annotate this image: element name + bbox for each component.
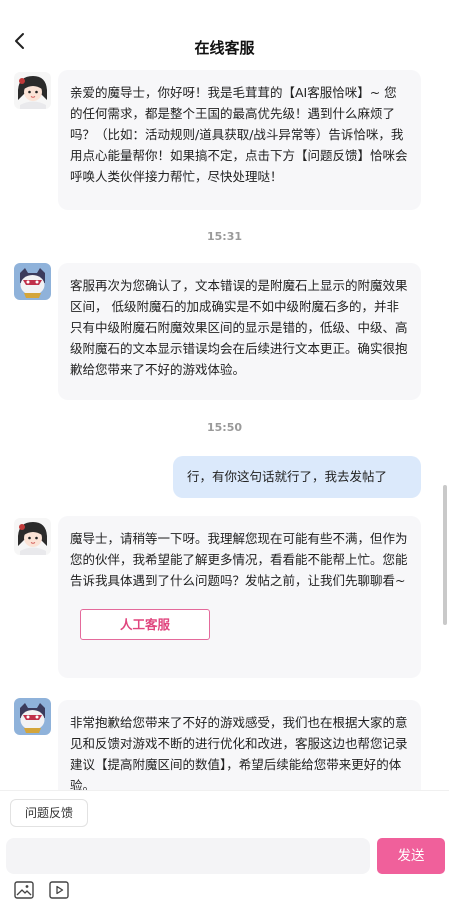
video-icon[interactable] bbox=[49, 881, 69, 899]
message-text: 客服再次为您确认了，文本错误的是附魔石上显示的附魔效果区间， 低级附魔石的加成确… bbox=[70, 278, 408, 377]
feedback-chip[interactable]: 问题反馈 bbox=[10, 799, 88, 827]
anime-girl-avatar bbox=[14, 72, 51, 109]
bot-message: 客服再次为您确认了，文本错误的是附魔石上显示的附魔效果区间， 低级附魔石的加成确… bbox=[58, 263, 421, 400]
message-text: 魔导士，请稍等一下呀。我理解您现在可能有些不满，但作为您的伙伴，我希望能了解更多… bbox=[70, 531, 408, 588]
robot-mascot-avatar bbox=[14, 263, 51, 300]
bot-message: 非常抱歉给您带来了不好的游戏感受，我们也在根据大家的意见和反馈对游戏不断的进行优… bbox=[58, 700, 421, 790]
robot-mascot-avatar bbox=[14, 698, 51, 735]
anime-girl-avatar bbox=[14, 518, 51, 555]
footer: 问题反馈 发送 bbox=[0, 790, 449, 911]
timestamp: 15:50 bbox=[206, 421, 242, 434]
scrollbar[interactable] bbox=[443, 485, 447, 625]
user-message: 行，有你这句话就行了，我去发帖了 bbox=[173, 456, 421, 498]
message-text: 行，有你这句话就行了，我去发帖了 bbox=[187, 469, 388, 484]
message-text: 非常抱歉给您带来了不好的游戏感受，我们也在根据大家的意见和反馈对游戏不断的进行优… bbox=[70, 715, 408, 790]
message-text: 亲爱的魔导士，你好呀！我是毛茸茸的【AI客服恰咪】~ 您的任何需求，都是整个王国… bbox=[70, 85, 408, 184]
page-title: 在线客服 bbox=[194, 39, 255, 57]
human-service-button[interactable]: 人工客服 bbox=[80, 609, 210, 640]
message-input[interactable] bbox=[6, 838, 370, 874]
image-icon[interactable] bbox=[14, 881, 34, 899]
chat-history[interactable]: 亲爱的魔导士，你好呀！我是毛茸茸的【AI客服恰咪】~ 您的任何需求，都是整个王国… bbox=[0, 64, 449, 790]
bot-message: 亲爱的魔导士，你好呀！我是毛茸茸的【AI客服恰咪】~ 您的任何需求，都是整个王国… bbox=[58, 70, 421, 210]
bot-message: 魔导士，请稍等一下呀。我理解您现在可能有些不满，但作为您的伙伴，我希望能了解更多… bbox=[58, 516, 421, 678]
timestamp: 15:31 bbox=[206, 230, 242, 243]
header: 在线客服 bbox=[0, 0, 449, 64]
send-button[interactable]: 发送 bbox=[377, 838, 445, 874]
